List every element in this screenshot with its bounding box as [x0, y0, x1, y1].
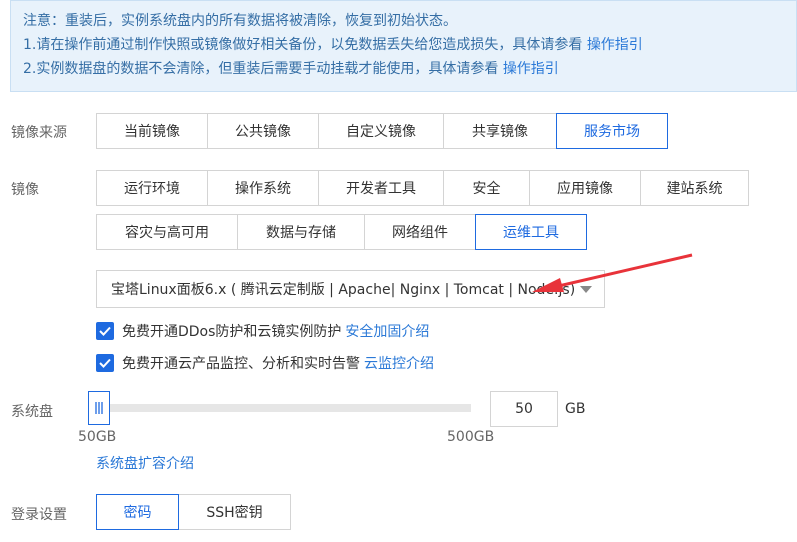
system-disk-expansion-link[interactable]: 系统盘扩容介绍	[96, 453, 194, 473]
ddos-checkbox-label: 免费开通DDos防护和云镜实例防护	[122, 324, 342, 340]
system-disk-slider-track[interactable]	[96, 404, 471, 412]
cloud-monitor-link[interactable]: 云监控介绍	[364, 353, 434, 373]
category-os[interactable]: 操作系统	[207, 170, 319, 206]
monitoring-checkbox[interactable]	[96, 354, 114, 372]
notice-line-2-text: 1.请在操作前通过制作快照或镜像做好相关备份，以免数据丢失给您造成损失，具体请参…	[23, 37, 583, 53]
monitoring-row: 免费开通云产品监控、分析和实时告警 云监控介绍	[96, 353, 434, 373]
image-source-label: 镜像来源	[11, 125, 67, 141]
grip-icon	[95, 402, 103, 414]
category-dev-tools[interactable]: 开发者工具	[318, 170, 444, 206]
annotation-arrow	[532, 253, 693, 292]
login-ssh-key-option[interactable]: SSH密钥	[178, 494, 291, 530]
reinstall-notice: 注意：重装后，实例系统盘内的所有数据将被清除，恢复到初始状态。 1.请在操作前通…	[10, 0, 797, 92]
monitoring-checkbox-label: 免费开通云产品监控、分析和实时告警	[122, 356, 360, 372]
system-disk-unit: GB	[565, 401, 586, 417]
operation-guide-link-2[interactable]: 操作指引	[503, 61, 559, 77]
image-select-value: 宝塔Linux面板6.x ( 腾讯云定制版 | Apache| Nginx | …	[111, 282, 576, 298]
ddos-checkbox[interactable]	[96, 322, 114, 340]
system-disk-size-input[interactable]: 50	[490, 391, 558, 427]
category-runtime[interactable]: 运行环境	[96, 170, 208, 206]
login-settings-label: 登录设置	[11, 507, 67, 523]
category-app-image[interactable]: 应用镜像	[529, 170, 641, 206]
image-label: 镜像	[11, 182, 39, 198]
security-hardening-link[interactable]: 安全加固介绍	[345, 321, 429, 341]
category-disaster-recovery[interactable]: 容灾与高可用	[96, 214, 238, 250]
check-icon	[99, 358, 111, 368]
category-network[interactable]: 网络组件	[364, 214, 476, 250]
category-website[interactable]: 建站系统	[640, 170, 749, 206]
slider-max-label: 500GB	[447, 429, 495, 445]
image-source-current[interactable]: 当前镜像	[96, 113, 208, 149]
image-source-public[interactable]: 公共镜像	[207, 113, 319, 149]
image-source-custom[interactable]: 自定义镜像	[318, 113, 444, 149]
system-disk-label: 系统盘	[11, 404, 53, 420]
image-source-marketplace[interactable]: 服务市场	[556, 113, 668, 149]
check-icon	[99, 326, 111, 336]
operation-guide-link-1[interactable]: 操作指引	[587, 37, 643, 53]
notice-line-1: 注意：重装后，实例系统盘内的所有数据将被清除，恢复到初始状态。	[23, 13, 457, 29]
category-security[interactable]: 安全	[443, 170, 530, 206]
category-ops-tools[interactable]: 运维工具	[475, 214, 587, 250]
system-disk-slider-handle[interactable]	[88, 391, 110, 425]
notice-line-2: 1.请在操作前通过制作快照或镜像做好相关备份，以免数据丢失给您造成损失，具体请参…	[23, 33, 784, 57]
notice-line-3: 2.实例数据盘的数据不会清除，但重装后需要手动挂载才能使用，具体请参看 操作指引	[23, 57, 784, 81]
slider-min-label: 50GB	[78, 429, 117, 445]
login-password-option[interactable]: 密码	[96, 494, 179, 530]
image-source-shared[interactable]: 共享镜像	[443, 113, 557, 149]
notice-line-3-text: 2.实例数据盘的数据不会清除，但重装后需要手动挂载才能使用，具体请参看	[23, 61, 499, 77]
category-data-storage[interactable]: 数据与存储	[237, 214, 365, 250]
ddos-protection-row: 免费开通DDos防护和云镜实例防护 安全加固介绍	[96, 321, 429, 341]
